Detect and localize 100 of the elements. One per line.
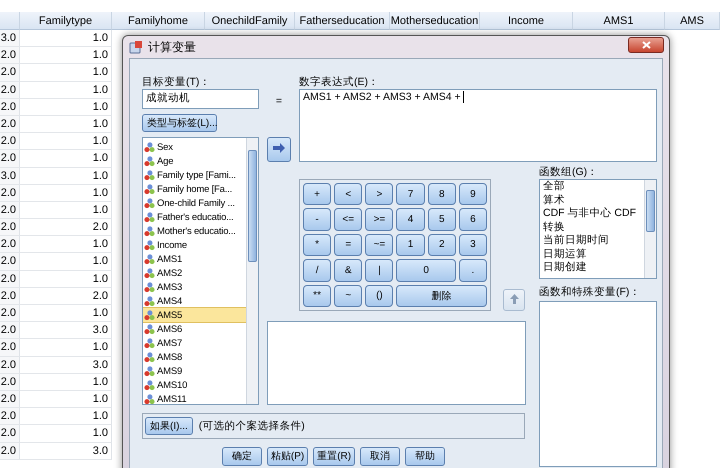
variable-item[interactable]: Family home [Fa... (143, 182, 246, 196)
column-header[interactable]: Familytype (20, 12, 112, 30)
variable-item[interactable]: AMS6 (143, 322, 246, 336)
variable-item[interactable]: AMS9 (143, 364, 246, 378)
keypad-key[interactable]: ~ (334, 284, 362, 307)
table-cell: 2.0 (20, 219, 112, 236)
table-cell: 1.0 (20, 64, 112, 82)
keypad-key[interactable]: 删除 (396, 284, 487, 307)
keypad-key[interactable]: & (334, 259, 362, 282)
keypad-key[interactable]: 4 (396, 208, 425, 231)
variable-list[interactable]: Sex Age Family type [Fami... Family home [Fa... One-child Family ... Father's educatio... Mother's educatio... Income AMS1 AMS2 AMS3 AMS4 AMS5 AMS6 AMS7 AMS8 AMS9 AMS10 AMS11 (142, 137, 259, 405)
table-cell: 2.0 (0, 184, 20, 202)
column-header[interactable]: Income (480, 12, 573, 30)
type-label-button[interactable]: 类型与标签(L)... (142, 114, 217, 132)
function-group-list[interactable]: 全部 算术 CDF 与非中心 CDF 转换 当前日期时间 日期运算 日期创建 (539, 179, 657, 279)
keypad-key[interactable]: 1 (396, 234, 425, 256)
keypad-key[interactable]: - (303, 208, 332, 231)
variable-item[interactable]: AMS2 (143, 266, 246, 280)
column-header[interactable]: Familyhome (112, 12, 205, 30)
variable-item[interactable]: One-child Family ... (143, 196, 246, 210)
keypad-key[interactable]: 0 (396, 259, 456, 282)
table-cell: 2.0 (0, 390, 20, 408)
keypad-key[interactable]: < (334, 183, 362, 206)
table-cell: 2.0 (0, 236, 20, 254)
function-group-item[interactable]: 算术 (540, 194, 644, 207)
variable-item[interactable]: Age (143, 154, 246, 168)
variable-item[interactable]: AMS5 (143, 308, 246, 322)
table-cell: 1.0 (20, 374, 112, 391)
dialog-button[interactable]: 帮助 (405, 446, 446, 466)
dialog-button[interactable]: 确定 (222, 446, 262, 466)
variable-item[interactable]: AMS8 (143, 350, 246, 364)
function-group-item[interactable]: CDF 与非中心 CDF (540, 207, 644, 220)
table-cell: 1.0 (20, 133, 112, 150)
variable-item[interactable]: Sex (143, 140, 246, 154)
keypad-key[interactable]: ** (303, 284, 332, 307)
column-header[interactable] (0, 12, 20, 30)
keypad-key[interactable]: . (458, 259, 487, 282)
dialog-button[interactable]: 重置(R) (313, 446, 356, 466)
dialog-button[interactable]: 取消 (360, 446, 400, 466)
table-cell: 1.0 (20, 30, 112, 48)
keypad-key[interactable]: 6 (458, 208, 487, 231)
keypad-key[interactable]: ~= (365, 234, 394, 256)
function-group-item[interactable]: 日期运算 (540, 248, 644, 261)
variable-item[interactable]: AMS10 (143, 378, 246, 392)
scrollbar[interactable] (644, 180, 656, 278)
keypad-key[interactable]: = (334, 234, 362, 256)
column-header[interactable]: OnechildFamily (205, 12, 295, 30)
variable-item[interactable]: AMS3 (143, 280, 246, 294)
keypad-key[interactable]: 8 (428, 183, 456, 206)
keypad-key[interactable]: + (303, 183, 332, 206)
keypad-key[interactable]: () (365, 284, 394, 307)
keypad-key[interactable]: 3 (458, 234, 487, 256)
target-field[interactable]: 成就动机 (142, 89, 259, 109)
app-icon (129, 40, 143, 54)
table-cell: 2.0 (0, 64, 20, 82)
keypad-key[interactable]: <= (334, 208, 362, 231)
variable-item[interactable]: AMS1 (143, 252, 246, 266)
variable-item[interactable]: Family type [Fami... (143, 168, 246, 182)
keypad-key[interactable]: | (365, 259, 394, 282)
function-group-item[interactable]: 全部 (540, 180, 644, 194)
variable-item[interactable]: Income (143, 238, 246, 252)
close-button[interactable] (628, 37, 664, 53)
table-cell: 1.0 (20, 202, 112, 220)
table-cell: 2.0 (0, 425, 20, 442)
table-cell: 3.0 (20, 442, 112, 460)
close-icon (642, 41, 650, 49)
function-list[interactable] (539, 301, 657, 467)
column-header[interactable]: AMS1 (573, 12, 665, 30)
keypad-key[interactable]: / (303, 259, 332, 282)
variable-item[interactable]: AMS11 (143, 392, 246, 404)
column-header[interactable]: Fatherseducation (295, 12, 390, 30)
table-cell: 2.0 (0, 133, 20, 150)
move-button[interactable] (267, 137, 291, 162)
keypad-key[interactable]: 5 (428, 208, 456, 231)
keypad-key[interactable]: 7 (396, 183, 425, 206)
if-button[interactable]: 如果(I)... (145, 417, 193, 435)
variable-icon (144, 184, 155, 194)
keypad-key[interactable]: > (365, 183, 394, 206)
column-header[interactable]: AMS (665, 12, 720, 30)
variable-icon (144, 338, 155, 348)
variable-item[interactable]: AMS7 (143, 336, 246, 350)
table-cell: 2.0 (0, 253, 20, 271)
variable-item[interactable]: Father's educatio... (143, 210, 246, 224)
keypad-key[interactable]: >= (365, 208, 394, 231)
expression-field[interactable]: AMS1 + AMS2 + AMS3 + AMS4 + (299, 89, 657, 162)
dialog-button[interactable]: 粘贴(P) (266, 446, 308, 466)
keypad-key[interactable]: 2 (428, 234, 456, 256)
variable-icon (144, 324, 155, 334)
table-cell: 1.0 (20, 339, 112, 357)
variable-item[interactable]: Mother's educatio... (143, 224, 246, 238)
variable-item[interactable]: AMS4 (143, 294, 246, 308)
keypad-key[interactable]: 9 (458, 183, 487, 206)
function-group-item[interactable]: 日期创建 (540, 261, 644, 274)
column-header[interactable]: Motherseducation (390, 12, 480, 30)
function-group-item[interactable]: 当前日期时间 (540, 234, 644, 248)
keypad-key[interactable]: * (303, 234, 332, 256)
scrollbar[interactable] (246, 138, 258, 404)
variable-icon (144, 212, 155, 222)
function-group-item[interactable]: 转换 (540, 220, 644, 234)
table-cell: 2.0 (0, 219, 20, 236)
